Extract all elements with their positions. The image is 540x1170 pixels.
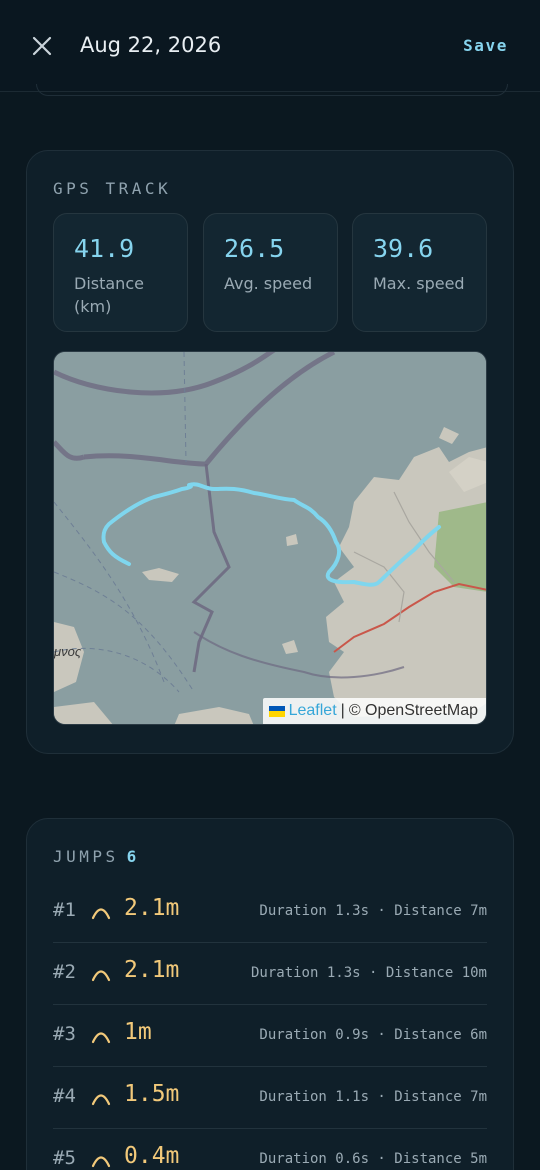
jump-meta: Duration 0.6s · Distance 5m xyxy=(259,1151,487,1167)
map-attribution: Leaflet | © OpenStreetMap xyxy=(262,698,486,724)
stat-distance-value: 41.9 xyxy=(74,234,135,263)
jump-height: 2.1m xyxy=(124,957,180,983)
jump-height: 1.5m xyxy=(124,1081,180,1107)
jumps-section-label: JUMPS 6 xyxy=(53,847,140,866)
osm-attribution-link[interactable]: © OpenStreetMap xyxy=(349,702,478,720)
jumps-title: JUMPS xyxy=(53,847,119,866)
stat-distance-label: Distance (km) xyxy=(74,274,144,316)
jump-arc-icon xyxy=(91,908,111,920)
jumps-card: JUMPS 6 #1 2.1m Duration 1.3s · Distance … xyxy=(26,818,514,1170)
stat-distance: 41.9 Distance (km) xyxy=(53,213,188,332)
stat-max-speed-label: Max. speed xyxy=(373,274,465,293)
leaflet-link[interactable]: Leaflet xyxy=(289,702,337,720)
jump-height: 1m xyxy=(124,1019,152,1045)
gps-map[interactable]: μνος Leaflet | © OpenStreetMap xyxy=(53,351,487,725)
jump-row[interactable]: #1 2.1m Duration 1.3s · Distance 7m xyxy=(53,881,487,943)
close-button[interactable] xyxy=(28,32,56,60)
jumps-count-badge: 6 xyxy=(126,847,140,866)
jump-number: #3 xyxy=(53,1023,76,1045)
page-title: Aug 22, 2026 xyxy=(80,33,222,57)
jump-meta: Duration 1.3s · Distance 7m xyxy=(259,903,487,919)
jump-row[interactable]: #2 2.1m Duration 1.3s · Distance 10m xyxy=(53,943,487,1005)
top-bar: Aug 22, 2026 Save xyxy=(0,0,540,92)
ukraine-flag-icon xyxy=(268,705,285,717)
save-button[interactable]: Save xyxy=(463,36,508,55)
jump-number: #4 xyxy=(53,1085,76,1107)
previous-card-edge xyxy=(36,84,508,96)
jump-row[interactable]: #4 1.5m Duration 1.1s · Distance 7m xyxy=(53,1067,487,1129)
stat-max-speed: 39.6 Max. speed xyxy=(352,213,487,332)
gps-track-card: GPS TRACK 41.9 Distance (km) 26.5 Avg. s… xyxy=(26,150,514,754)
jump-meta: Duration 1.3s · Distance 10m xyxy=(250,965,487,981)
jump-number: #2 xyxy=(53,961,76,983)
map-tiles xyxy=(54,352,486,724)
stat-avg-speed-label: Avg. speed xyxy=(224,274,313,293)
jump-arc-icon xyxy=(91,1094,111,1106)
jump-number: #1 xyxy=(53,899,76,921)
jump-row[interactable]: #3 1m Duration 0.9s · Distance 6m xyxy=(53,1005,487,1067)
map-place-label: μνος xyxy=(54,644,82,659)
gps-section-label: GPS TRACK xyxy=(53,179,172,198)
jump-meta: Duration 0.9s · Distance 6m xyxy=(259,1027,487,1043)
jump-height: 0.4m xyxy=(124,1143,180,1169)
stat-max-speed-value: 39.6 xyxy=(373,234,434,263)
stat-avg-speed: 26.5 Avg. speed xyxy=(203,213,338,332)
jump-height: 2.1m xyxy=(124,895,180,921)
attribution-separator: | xyxy=(340,702,345,719)
close-icon xyxy=(32,36,52,56)
jump-row[interactable]: #5 0.4m Duration 0.6s · Distance 5m xyxy=(53,1129,487,1170)
jump-arc-icon xyxy=(91,970,111,982)
jump-meta: Duration 1.1s · Distance 7m xyxy=(259,1089,487,1105)
jump-arc-icon xyxy=(91,1032,111,1044)
jump-number: #5 xyxy=(53,1147,76,1169)
jump-arc-icon xyxy=(91,1156,111,1168)
stat-avg-speed-value: 26.5 xyxy=(224,234,285,263)
